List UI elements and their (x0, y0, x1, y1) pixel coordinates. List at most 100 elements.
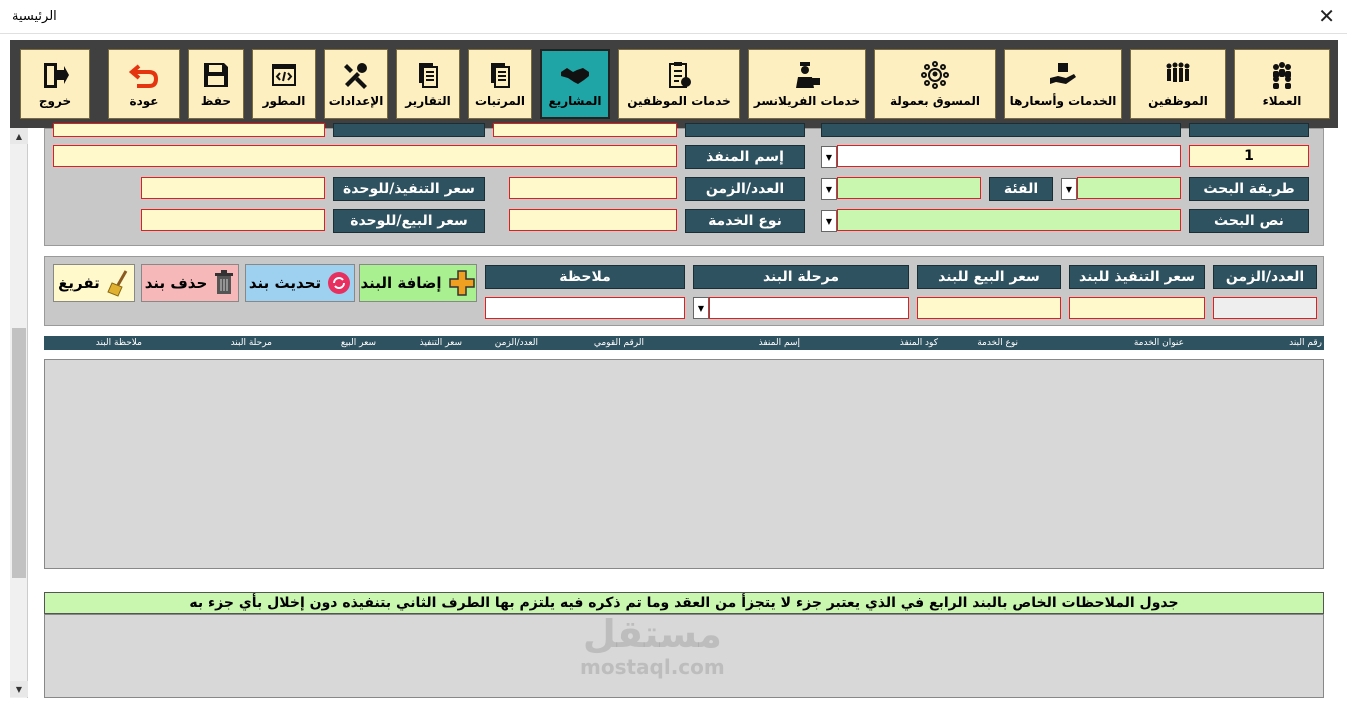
tab-reports[interactable]: التقارير (396, 49, 460, 119)
trash-icon (215, 270, 234, 294)
search-method-label: طريقة البحث (1189, 177, 1309, 201)
customers-icon (1273, 62, 1291, 89)
refresh-icon (328, 272, 351, 294)
affiliate-icon (921, 61, 949, 89)
col-header: نوع الخدمة (977, 338, 1018, 348)
service-type-label: نوع الخدمة (685, 209, 805, 233)
hidden-label (1189, 123, 1309, 137)
category-select[interactable] (837, 177, 981, 199)
executor-name-field[interactable] (53, 145, 677, 167)
tab-services-prices[interactable]: الخدمات وأسعارها (1004, 49, 1122, 119)
tab-settings[interactable]: الإعدادات (324, 49, 388, 119)
tab-employee-services[interactable]: خدمات الموظفين (618, 49, 740, 119)
note-label: ملاحظة (485, 265, 685, 289)
add-item-button[interactable]: إضافة البند (359, 264, 477, 302)
tab-freelancer[interactable]: خدمات الفريلانسر (748, 49, 866, 119)
sale-price-unit-field[interactable] (141, 209, 325, 231)
tab-label: خروج (38, 94, 72, 108)
hidden-field[interactable] (493, 123, 677, 137)
tab-label: المسوق بعمولة (890, 94, 980, 108)
update-item-button[interactable]: تحديث بند (245, 264, 355, 302)
update-label: تحديث بند (248, 274, 322, 292)
stage-label: مرحلة البند (693, 265, 909, 289)
dropdown-arrow-icon[interactable]: ▼ (693, 297, 709, 319)
service-type-field[interactable] (509, 209, 677, 231)
executor-select[interactable] (837, 145, 1181, 167)
tab-exit[interactable]: خروج (20, 49, 90, 119)
exec-price-unit-field[interactable] (141, 177, 325, 199)
hidden-field[interactable] (53, 123, 325, 137)
clear-button[interactable]: تفريغ (53, 264, 135, 302)
close-button[interactable]: ✕ (1318, 4, 1335, 28)
main-toolbar: العملاء الموظفين الخدمات وأسعارها المسوق… (10, 40, 1338, 128)
items-table-header: رقم البند عنوان الخدمة نوع الخدمة كود ال… (44, 336, 1324, 350)
exec-price-field[interactable] (1069, 297, 1205, 319)
count-time-label: العدد/الزمن (685, 177, 805, 201)
count-time-label: العدد/الزمن (1213, 265, 1317, 289)
exec-price-label: سعر التنفيذ للبند (1069, 265, 1205, 289)
count-time-field[interactable] (509, 177, 677, 199)
col-header: مرحلة البند (230, 338, 272, 348)
stage-select[interactable] (709, 297, 909, 319)
sale-price-label: سعر البيع للبند (917, 265, 1061, 289)
tab-affiliate[interactable]: المسوق بعمولة (874, 49, 996, 119)
dropdown-arrow-icon[interactable]: ▼ (1061, 178, 1077, 200)
search-text-input[interactable] (837, 209, 1181, 231)
category-label: الفئة (989, 177, 1053, 201)
item-number-field[interactable]: 1 (1189, 145, 1309, 167)
sale-price-field[interactable] (917, 297, 1061, 319)
dropdown-arrow-icon[interactable]: ▼ (821, 146, 837, 168)
code-icon (272, 64, 296, 86)
col-header: عنوان الخدمة (1133, 338, 1184, 348)
count-time-field[interactable] (1213, 297, 1317, 319)
tab-save[interactable]: حفظ (188, 49, 244, 119)
col-header: سعر البيع (340, 338, 376, 348)
services-prices-icon (1050, 63, 1076, 84)
col-header: إسم المنفذ (758, 338, 800, 348)
document-icon (491, 63, 510, 88)
scroll-up-icon[interactable]: ▲ (10, 128, 28, 144)
items-list[interactable] (44, 359, 1324, 569)
search-method-select[interactable] (1077, 177, 1181, 199)
tab-label: العملاء (1262, 94, 1302, 108)
save-icon (204, 63, 228, 87)
tab-label: خدمات الموظفين (627, 94, 731, 108)
tab-label: الموظفين (1148, 94, 1208, 108)
tab-employees[interactable]: الموظفين (1130, 49, 1226, 119)
col-header: العدد/الزمن (494, 338, 538, 348)
scroll-thumb[interactable] (12, 328, 26, 578)
dropdown-arrow-icon[interactable]: ▼ (821, 178, 837, 200)
vertical-scrollbar[interactable]: ▲ ▼ (10, 128, 28, 698)
hidden-label (333, 123, 485, 137)
tab-label: حفظ (200, 94, 232, 108)
tab-back[interactable]: عودة (108, 49, 180, 119)
tab-customers[interactable]: العملاء (1234, 49, 1330, 119)
tab-label: المشاريع (548, 94, 602, 108)
col-header: ملاحظة البند (95, 338, 142, 348)
broom-icon (107, 270, 128, 297)
delete-label: حذف بند (144, 274, 208, 292)
tab-developer[interactable]: المطور (252, 49, 316, 119)
exec-price-unit-label: سعر التنفيذ/للوحدة (333, 177, 485, 201)
tab-projects[interactable]: المشاريع (540, 49, 610, 119)
exit-icon (44, 63, 69, 88)
undo-icon (129, 64, 159, 88)
sale-price-unit-label: سعر البيع/للوحدة (333, 209, 485, 233)
notes-header: جدول الملاحظات الخاص بالبند الرابع في ال… (44, 592, 1324, 614)
dropdown-arrow-icon[interactable]: ▼ (821, 210, 837, 232)
executor-name-label: إسم المنفذ (685, 145, 805, 169)
watermark-ar: مستقل (582, 612, 722, 656)
tab-salaries[interactable]: المرتبات (468, 49, 532, 119)
clipboard-icon (669, 62, 691, 88)
employees-icon (1166, 62, 1190, 82)
tab-label: التقارير (405, 94, 451, 108)
delete-item-button[interactable]: حذف بند (141, 264, 239, 302)
item-panel: تفريغ حذف بند تحديث بند إضافة البند ملاح… (44, 256, 1324, 326)
watermark-en: mostaql.com (580, 655, 725, 679)
note-field[interactable] (485, 297, 685, 319)
hidden-label (821, 123, 1181, 137)
tab-label: خدمات الفريلانسر (753, 94, 861, 108)
col-header: كود المنفذ (899, 338, 938, 348)
scroll-down-icon[interactable]: ▼ (10, 681, 28, 697)
hidden-label (685, 123, 805, 137)
